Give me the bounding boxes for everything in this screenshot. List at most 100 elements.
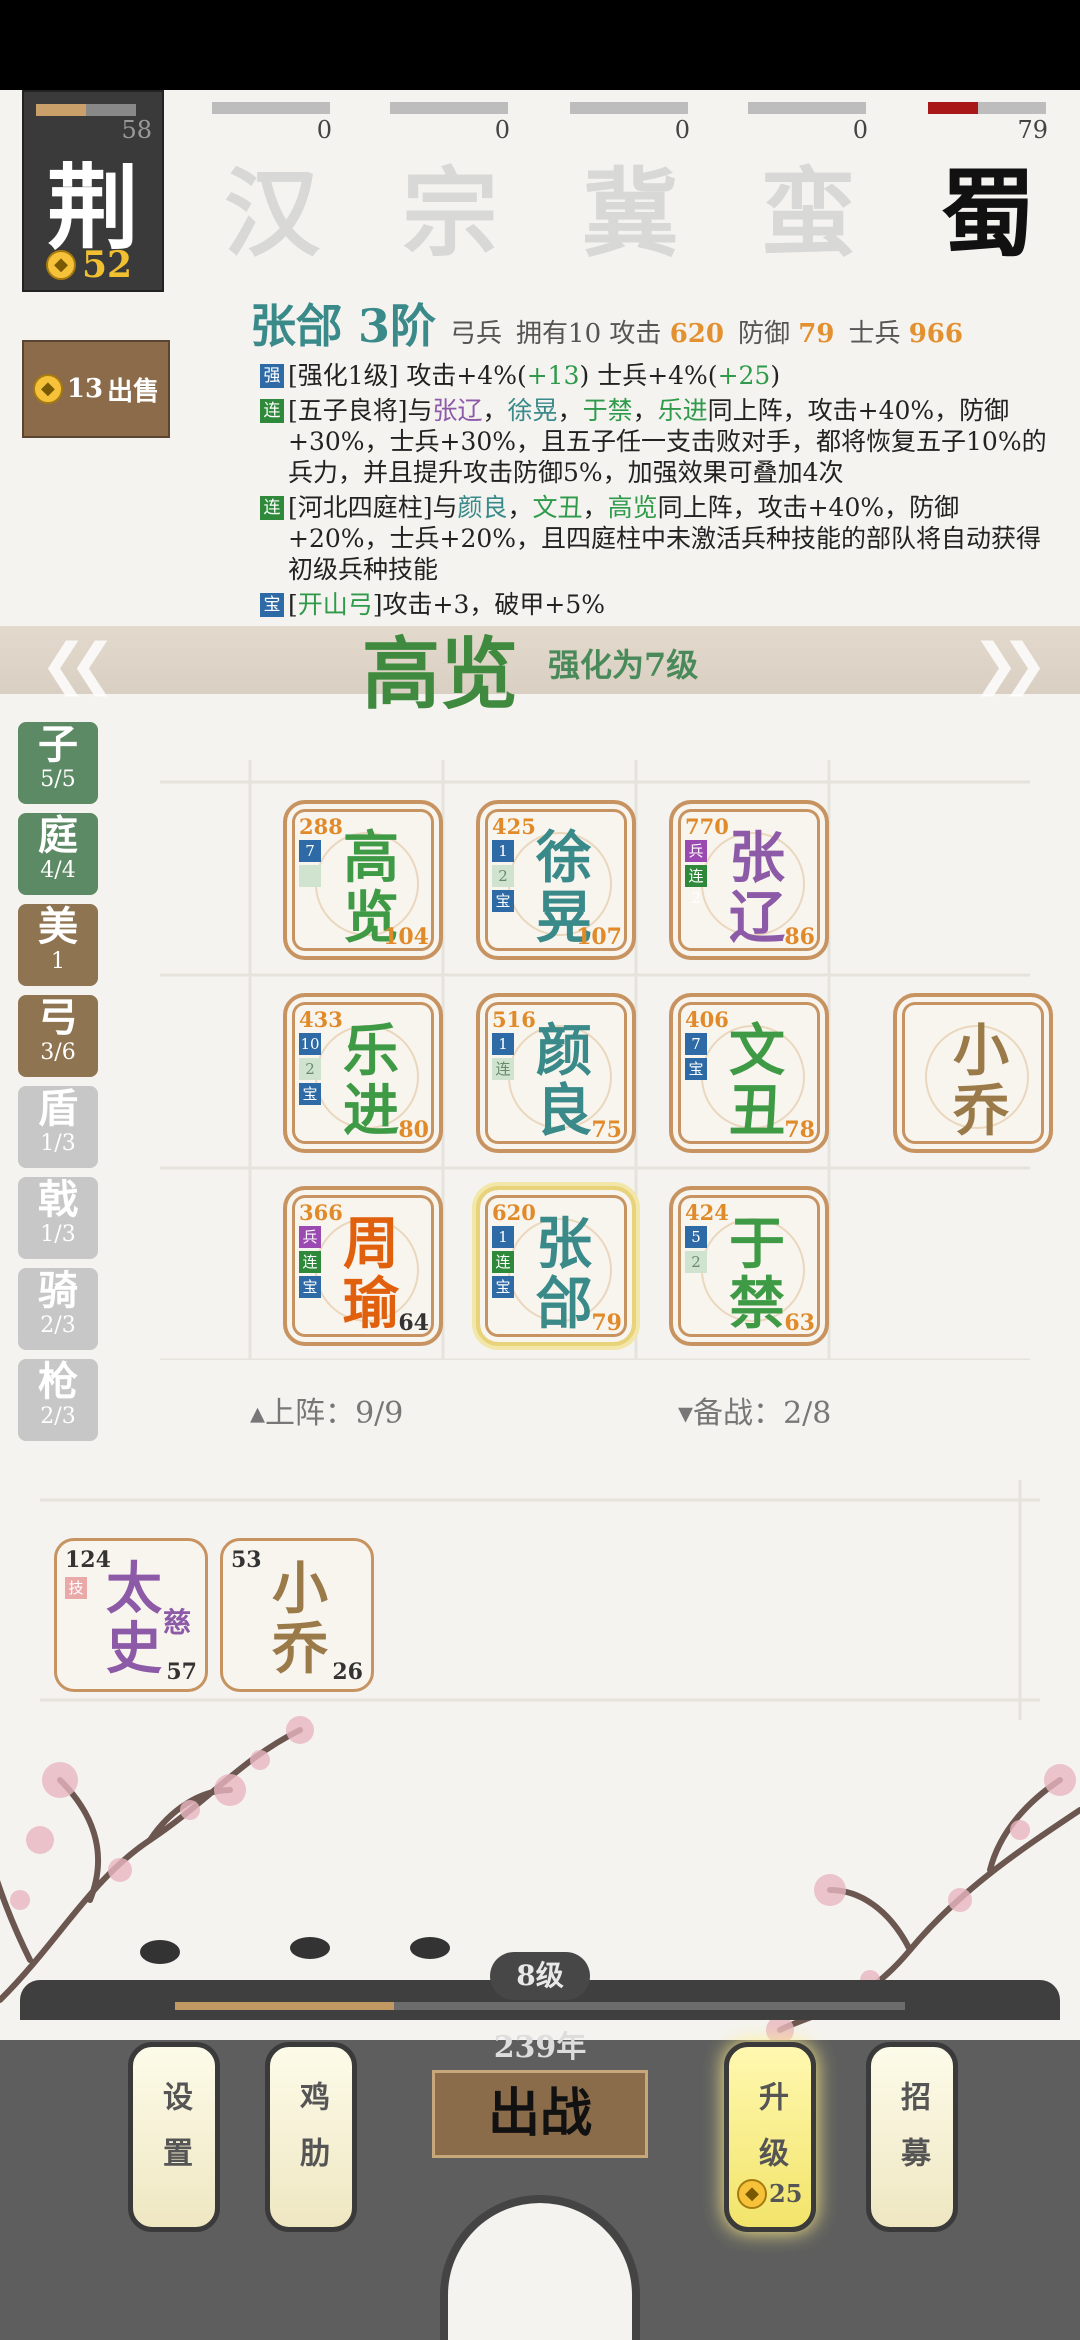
card-badges: 兵连2 <box>685 840 709 907</box>
card-level: 86 <box>784 924 815 950</box>
settings-label: 设置 <box>157 2081 192 2193</box>
general-info-panel: 张郃 3阶 弓兵 拥有10 攻击 620 防御 79 士兵 966 强 [强化1… <box>250 290 1050 620</box>
card-badge: 兵 <box>299 1226 321 1248</box>
chevron-left-icon: ❮❮ <box>40 632 116 697</box>
card-badges: 兵连宝 <box>299 1226 323 1298</box>
card-badge: 宝 <box>299 1276 321 1298</box>
card-badge: 7 <box>685 1033 707 1055</box>
banner-hero-name: 高览 <box>362 629 519 720</box>
settings-button[interactable]: 设置 <box>128 2042 220 2232</box>
deployed-count: ▴上阵：9/9 <box>250 1396 404 1431</box>
enemy-hp-bar <box>390 102 508 114</box>
enemy-hp-bar <box>212 102 330 114</box>
general-card[interactable]: 406 7宝 文丑 78 <box>669 993 829 1153</box>
skill-tag: 连 <box>260 496 284 520</box>
upgrade-button[interactable]: 升级 ◆ 25 <box>724 2042 816 2232</box>
category-count: 2/3 <box>40 1313 76 1338</box>
category-count: 3/6 <box>40 1040 76 1065</box>
category-count: 1/3 <box>40 1131 76 1156</box>
card-badge: 1 <box>492 1033 514 1055</box>
skill-tag: 宝 <box>260 593 284 617</box>
card-name: 小乔 <box>953 1018 1009 1144</box>
card-badges: 1 连2宝 <box>492 1226 516 1298</box>
category-tab[interactable]: 美 1 <box>18 904 98 986</box>
card-badge: 连2 <box>492 1251 514 1293</box>
general-card[interactable]: 288 7 高览 104 <box>283 800 443 960</box>
player-faction-panel[interactable]: 58 荆 ◆ 52 <box>22 90 164 292</box>
card-level: 78 <box>784 1117 815 1143</box>
enemy-name: 蜀 <box>940 157 1036 270</box>
enemy-faction-han[interactable]: 0 汉 <box>212 100 332 270</box>
category-char: 枪 <box>38 1358 78 1405</box>
card-badges: 7 <box>299 840 323 887</box>
sell-label: 出售 <box>107 376 160 407</box>
recruit-label: 招募 <box>895 2081 930 2193</box>
skill-five-generals: 连 [五子良将]与张辽，徐晃，于禁，乐进同上阵，攻击+40%，防御+30%，士兵… <box>250 395 1050 488</box>
general-card[interactable]: 770 兵连2 张辽 86 <box>669 800 829 960</box>
atk-label: 攻击 <box>609 319 662 349</box>
card-badge: 1 <box>492 1226 514 1248</box>
general-card[interactable]: 小乔 <box>893 993 1053 1153</box>
category-tab[interactable]: 子 5/5 <box>18 722 98 804</box>
def-label: 防御 <box>737 319 790 349</box>
card-level: 79 <box>591 1310 622 1336</box>
enemy-hp-bar <box>570 102 688 114</box>
card-level: 64 <box>398 1310 429 1336</box>
category-tab[interactable]: 戟 1/3 <box>18 1177 98 1259</box>
general-card[interactable]: 620 1连2宝 张郃 79 <box>476 1186 636 1346</box>
enemy-hp-bar <box>928 102 1046 114</box>
general-own: 拥有10 <box>516 319 602 349</box>
enemy-faction-zong[interactable]: 0 宗 <box>390 100 510 270</box>
category-tab[interactable]: 庭 4/4 <box>18 813 98 895</box>
general-card[interactable]: 516 1连 颜良 75 <box>476 993 636 1153</box>
skill-enhance: 强 [强化1级] 攻击+4%(+13) 士兵+4%(+25) <box>250 360 1050 391</box>
general-name: 张郃 3阶 <box>250 299 437 353</box>
chevron-right-icon: ❯❯ <box>972 632 1048 697</box>
category-char: 美 <box>38 903 78 950</box>
card-level: 63 <box>784 1310 815 1336</box>
general-type: 弓兵 <box>450 319 503 349</box>
card-badge: 宝 <box>492 890 514 912</box>
category-count: 4/4 <box>40 858 76 883</box>
card-level: 104 <box>383 924 429 950</box>
category-count: 1/3 <box>40 1222 76 1247</box>
general-atk: 620 <box>669 319 724 349</box>
card-badge: 1 <box>492 840 514 862</box>
category-tab[interactable]: 骑 2/3 <box>18 1268 98 1350</box>
card-badge: 连2 <box>685 865 707 907</box>
chicken-rib-button[interactable]: 鸡肋 <box>265 2042 357 2232</box>
card-badges: 7宝 <box>685 1033 709 1080</box>
general-card[interactable]: 425 12宝 徐晃 107 <box>476 800 636 960</box>
sell-button[interactable]: ◆ 13 出售 <box>22 340 170 438</box>
card-badge: 连 <box>492 1058 514 1080</box>
general-card[interactable]: 424 52 于禁 63 <box>669 1186 829 1346</box>
sell-price: 13 <box>66 374 104 404</box>
enemy-hp-bar <box>748 102 866 114</box>
card-badge: 兵 <box>685 840 707 862</box>
enhance-banner: ❮❮ 高览 强化为7级 ❯❯ <box>0 626 1080 720</box>
status-bar <box>0 0 1080 90</box>
banner-text: 强化为7级 <box>548 646 699 684</box>
category-tab[interactable]: 枪 2/3 <box>18 1359 98 1441</box>
category-tab[interactable]: 盾 1/3 <box>18 1086 98 1168</box>
coin-icon: ◆ <box>737 2179 767 2209</box>
level-progress-bar <box>175 2002 905 2010</box>
card-badge: 2 <box>492 865 514 887</box>
category-char: 戟 <box>38 1176 78 1223</box>
fight-button[interactable]: 出战 <box>432 2070 648 2158</box>
general-card[interactable]: 366 兵连宝 周瑜 64 <box>283 1186 443 1346</box>
player-gold: ◆ 52 <box>46 244 132 286</box>
enemy-faction-ji[interactable]: 0 冀 <box>570 100 690 270</box>
card-badges: 1 2 宝 <box>492 840 516 912</box>
category-tab[interactable]: 弓 3/6 <box>18 995 98 1077</box>
card-badge: 2 <box>685 1251 707 1273</box>
card-badge <box>299 865 321 887</box>
skill-tag: 强 <box>260 364 284 388</box>
general-card[interactable]: 433 10 2 宝 乐进 80 <box>283 993 443 1153</box>
category-char: 骑 <box>38 1267 78 1314</box>
recruit-button[interactable]: 招募 <box>866 2042 958 2232</box>
coin-icon: ◆ <box>32 374 63 404</box>
enemy-faction-man[interactable]: 0 蛮 <box>748 100 868 270</box>
enemy-faction-shu[interactable]: 79 蜀 <box>928 100 1048 270</box>
card-badge: 5 <box>685 1226 707 1248</box>
